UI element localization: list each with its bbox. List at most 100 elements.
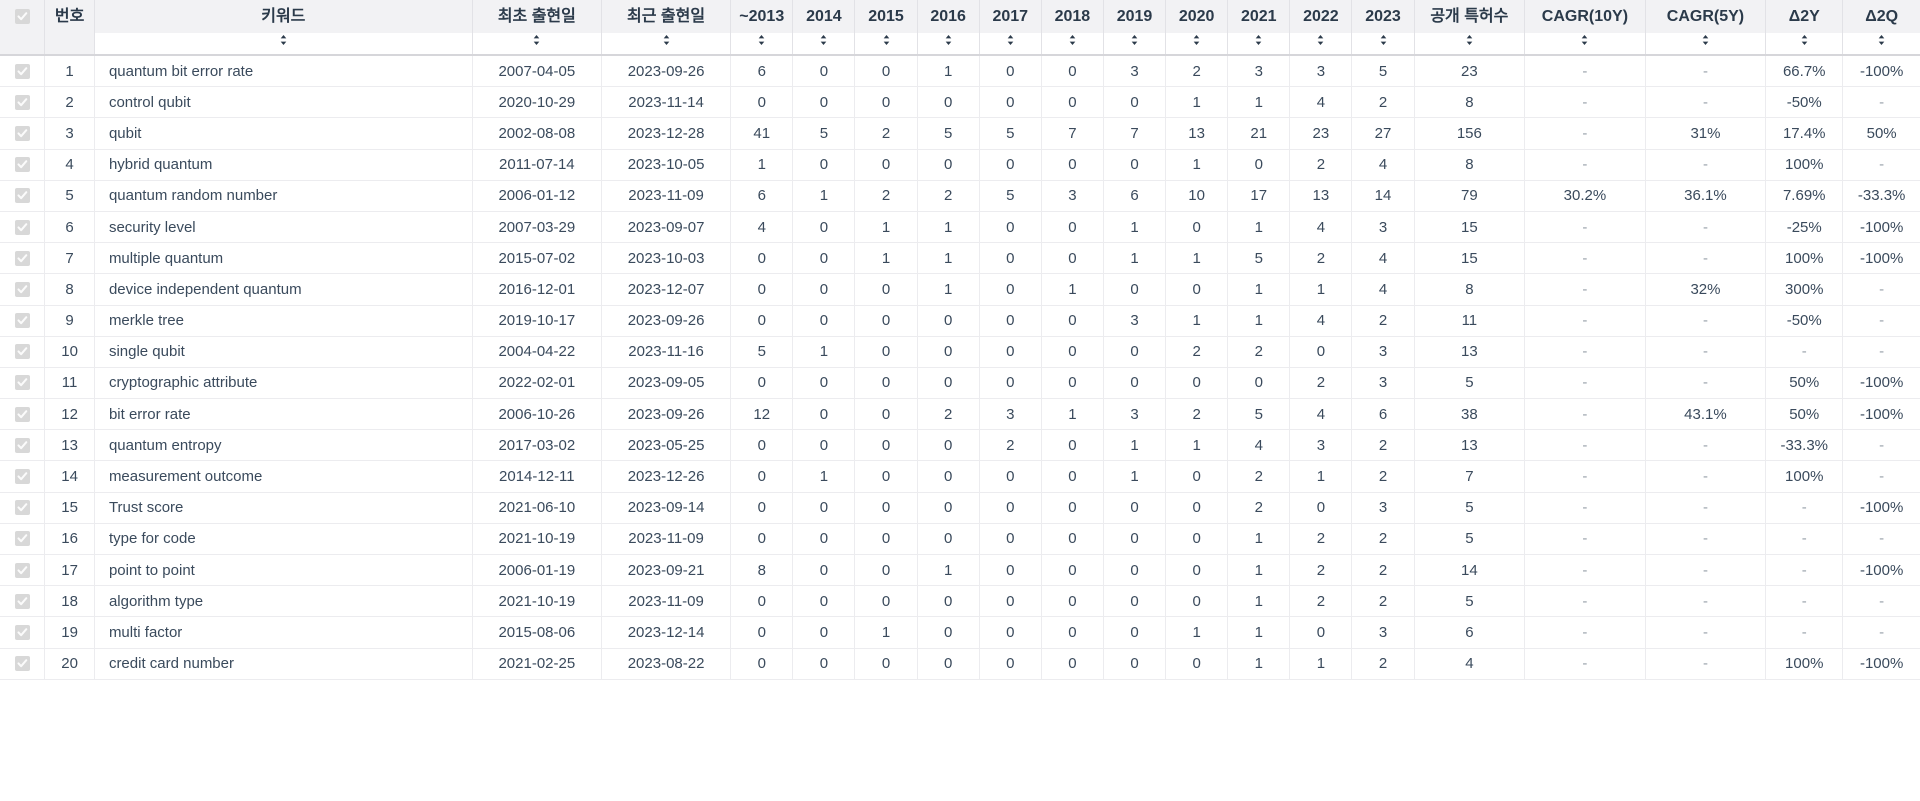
sort-updown-icon[interactable] xyxy=(1316,33,1325,47)
sort-updown-icon[interactable] xyxy=(1254,33,1263,47)
cell-kw[interactable]: point to point xyxy=(94,554,473,587)
row-checkbox-cell[interactable] xyxy=(0,616,46,649)
cell-kw[interactable]: quantum entropy xyxy=(94,429,473,462)
sort-updown-icon[interactable] xyxy=(882,33,891,47)
checkbox-checked-icon[interactable] xyxy=(14,157,30,173)
column-header-d2y[interactable]: Δ2Y xyxy=(1765,0,1844,33)
column-header-y2014[interactable]: 2014 xyxy=(792,0,856,33)
column-header-y2016[interactable]: 2016 xyxy=(917,0,980,33)
column-header-last[interactable]: 최근 출현일 xyxy=(601,0,732,33)
cell-kw[interactable]: quantum random number xyxy=(94,180,473,212)
checkbox-checked-icon[interactable] xyxy=(14,593,30,609)
row-checkbox-cell[interactable] xyxy=(0,398,46,431)
sort-cell-y2014[interactable] xyxy=(792,33,856,56)
row-checkbox-cell[interactable] xyxy=(0,648,46,680)
sort-updown-icon[interactable] xyxy=(1465,33,1474,47)
sort-cell-cagr5[interactable] xyxy=(1645,33,1767,56)
checkbox-checked-icon[interactable] xyxy=(14,500,30,516)
sort-updown-icon[interactable] xyxy=(1192,33,1201,47)
sort-updown-icon[interactable] xyxy=(1068,33,1077,47)
table-row[interactable]: 1 quantum bit error rate 2007-04-05 2023-09… xyxy=(0,55,1920,88)
row-checkbox-cell[interactable] xyxy=(0,86,46,119)
cell-kw[interactable]: type for code xyxy=(94,523,473,556)
cell-kw[interactable]: merkle tree xyxy=(94,305,473,337)
table-row[interactable]: 20 credit card number 2021-02-25 2023-08-22… xyxy=(0,648,1920,680)
column-header-total[interactable]: 공개 특허수 xyxy=(1414,0,1526,33)
checkbox-checked-icon[interactable] xyxy=(14,562,30,578)
row-checkbox-cell[interactable] xyxy=(0,117,46,150)
cell-kw[interactable]: multiple quantum xyxy=(94,242,473,275)
sort-cell-first[interactable] xyxy=(472,33,602,56)
sort-updown-icon[interactable] xyxy=(944,33,953,47)
sort-updown-icon[interactable] xyxy=(532,33,541,47)
row-checkbox-cell[interactable] xyxy=(0,180,46,212)
cell-kw[interactable]: Trust score xyxy=(94,492,473,524)
sort-cell-d2q[interactable] xyxy=(1842,33,1920,56)
sort-updown-icon[interactable] xyxy=(1580,33,1589,47)
sort-cell-y2020[interactable] xyxy=(1165,33,1229,56)
checkbox-checked-icon[interactable] xyxy=(14,94,30,110)
column-header-no[interactable]: 번호 xyxy=(44,0,95,33)
sort-cell-y2015[interactable] xyxy=(854,33,918,56)
sort-updown-icon[interactable] xyxy=(1006,33,1015,47)
sort-updown-icon[interactable] xyxy=(819,33,828,47)
row-checkbox-cell[interactable] xyxy=(0,55,46,88)
cell-kw[interactable]: qubit xyxy=(94,117,473,150)
checkbox-checked-icon[interactable] xyxy=(14,406,30,422)
checkbox-checked-icon[interactable] xyxy=(14,313,30,329)
checkbox-checked-icon[interactable] xyxy=(14,375,30,391)
table-row[interactable]: 13 quantum entropy 2017-03-02 2023-05-25 0 0 0… xyxy=(0,429,1920,462)
sort-cell-y2018[interactable] xyxy=(1041,33,1104,56)
cell-kw[interactable]: credit card number xyxy=(94,648,473,680)
cell-kw[interactable]: single qubit xyxy=(94,336,473,368)
table-row[interactable]: 14 measurement outcome 2014-12-11 2023-12-2… xyxy=(0,460,1920,493)
sort-updown-icon[interactable] xyxy=(279,33,288,47)
sort-cell-y2016[interactable] xyxy=(917,33,980,56)
column-header-cagr5[interactable]: CAGR(5Y) xyxy=(1645,0,1767,33)
column-header-cagr10[interactable]: CAGR(10Y) xyxy=(1524,0,1646,33)
select-all-header[interactable] xyxy=(0,0,46,33)
sort-updown-icon[interactable] xyxy=(1130,33,1139,47)
column-header-y2023[interactable]: 2023 xyxy=(1351,0,1415,33)
column-header-y2019[interactable]: 2019 xyxy=(1103,0,1167,33)
checkbox-checked-icon[interactable] xyxy=(14,63,30,79)
row-checkbox-cell[interactable] xyxy=(0,149,46,181)
row-checkbox-cell[interactable] xyxy=(0,211,46,244)
cell-kw[interactable]: bit error rate xyxy=(94,398,473,431)
cell-kw[interactable]: quantum bit error rate xyxy=(94,55,473,88)
table-row[interactable]: 11 cryptographic attribute 2022-02-01 2023-… xyxy=(0,367,1920,400)
table-row[interactable]: 16 type for code 2021-10-19 2023-11-09 0 0 0 0 0… xyxy=(0,523,1920,556)
checkbox-checked-icon[interactable] xyxy=(14,469,30,485)
table-row[interactable]: 7 multiple quantum 2015-07-02 2023-10-03 0 0 1… xyxy=(0,242,1920,275)
table-row[interactable]: 3 qubit 2002-08-08 2023-12-28 41 5 2 5 5 7 7 13 21 23… xyxy=(0,117,1920,150)
row-checkbox-cell[interactable] xyxy=(0,460,46,493)
checkbox-checked-icon[interactable] xyxy=(14,624,30,640)
cell-kw[interactable]: device independent quantum xyxy=(94,273,473,306)
row-checkbox-cell[interactable] xyxy=(0,554,46,587)
cell-kw[interactable]: measurement outcome xyxy=(94,460,473,493)
table-row[interactable]: 18 algorithm type 2021-10-19 2023-11-09 0 0 0 0… xyxy=(0,585,1920,618)
sort-cell-y2019[interactable] xyxy=(1103,33,1167,56)
cell-kw[interactable]: multi factor xyxy=(94,616,473,649)
row-checkbox-cell[interactable] xyxy=(0,305,46,337)
column-header-y2018[interactable]: 2018 xyxy=(1041,0,1104,33)
column-header-y2013[interactable]: ~2013 xyxy=(730,0,794,33)
checkbox-checked-icon[interactable] xyxy=(14,219,30,235)
column-header-d2q[interactable]: Δ2Q xyxy=(1842,0,1920,33)
sort-updown-icon[interactable] xyxy=(1800,33,1809,47)
column-header-y2022[interactable]: 2022 xyxy=(1289,0,1353,33)
checkbox-checked-icon[interactable] xyxy=(14,281,30,297)
sort-cell-kw[interactable] xyxy=(94,33,473,56)
sort-cell-y2021[interactable] xyxy=(1227,33,1291,56)
sort-updown-icon[interactable] xyxy=(757,33,766,47)
table-row[interactable]: 12 bit error rate 2006-10-26 2023-09-26 12 0 0… xyxy=(0,398,1920,431)
checkbox-checked-icon[interactable] xyxy=(14,125,30,141)
sort-cell-y2017[interactable] xyxy=(979,33,1042,56)
sort-cell-d2y[interactable] xyxy=(1765,33,1844,56)
table-row[interactable]: 17 point to point 2006-01-19 2023-09-21 8 0 0 1… xyxy=(0,554,1920,587)
checkbox-checked-icon[interactable] xyxy=(14,188,30,204)
sort-cell-cagr10[interactable] xyxy=(1524,33,1646,56)
table-row[interactable]: 19 multi factor 2015-08-06 2023-12-14 0 0 1 0 0 0… xyxy=(0,616,1920,649)
cell-kw[interactable]: cryptographic attribute xyxy=(94,367,473,400)
table-row[interactable]: 2 control qubit 2020-10-29 2023-11-14 0 0 0 0 0 0… xyxy=(0,86,1920,119)
